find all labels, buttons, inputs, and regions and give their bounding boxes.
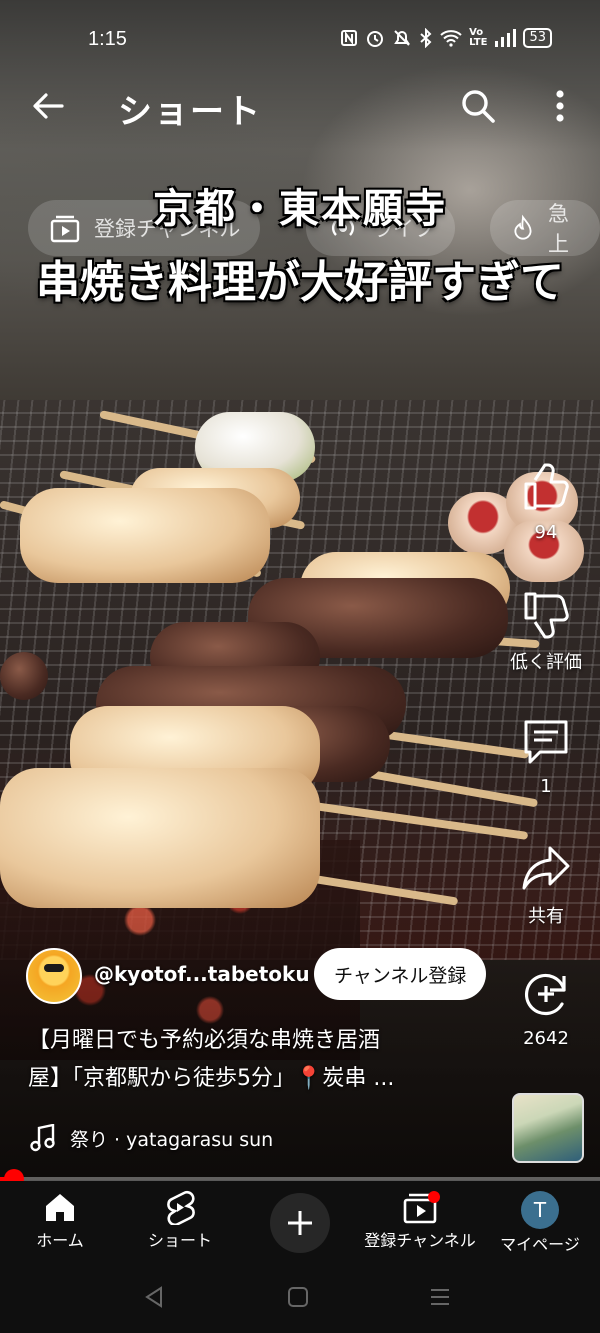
skewer-chicken bbox=[0, 768, 320, 908]
system-back-icon[interactable] bbox=[142, 1285, 166, 1309]
status-bar: 1:15 Vo LTE 53 bbox=[0, 22, 600, 58]
sound-thumbnail[interactable] bbox=[512, 1093, 584, 1163]
nav-mypage-label: マイページ bbox=[500, 1235, 580, 1254]
share-label: 共有 bbox=[528, 906, 564, 927]
remix-icon bbox=[524, 973, 566, 1016]
nav-subscriptions[interactable]: 登録チャンネル bbox=[360, 1189, 480, 1251]
shorts-icon bbox=[167, 1190, 195, 1225]
video-description[interactable]: 【月曜日でも予約必須な串焼き居酒 屋】「京都駅から徒歩5分」📍炭串 ... bbox=[28, 1022, 488, 1098]
plus-icon bbox=[288, 1211, 312, 1235]
remix-count: 2642 bbox=[523, 1028, 569, 1049]
comment-icon bbox=[524, 720, 568, 764]
like-button[interactable]: 94 bbox=[500, 462, 592, 543]
home-icon bbox=[46, 1194, 74, 1221]
video-caption-line1: 京都・東本願寺 bbox=[153, 186, 447, 232]
thumbs-down-icon bbox=[524, 592, 569, 639]
dislike-label: 低く評価 bbox=[510, 652, 582, 673]
comment-count: 1 bbox=[540, 776, 552, 797]
system-recents-icon[interactable] bbox=[428, 1285, 452, 1309]
music-note-icon bbox=[30, 1124, 55, 1152]
search-icon[interactable] bbox=[458, 86, 498, 126]
alarm-icon bbox=[367, 31, 384, 47]
create-button[interactable] bbox=[270, 1193, 330, 1253]
bluetooth-icon bbox=[420, 28, 432, 48]
new-content-badge bbox=[428, 1191, 440, 1203]
signal-icon bbox=[495, 29, 517, 47]
nav-shorts[interactable]: ショート bbox=[120, 1189, 240, 1251]
video-caption-line2: 串焼き料理が大好評すぎて bbox=[36, 257, 564, 308]
share-button[interactable]: 共有 bbox=[500, 842, 592, 928]
nav-mypage[interactable]: T マイページ bbox=[480, 1189, 600, 1255]
music-label: 祭り · yatagarasu sun bbox=[70, 1128, 274, 1151]
channel-handle[interactable]: @kyotof...tabetoku bbox=[94, 962, 310, 986]
clock: 1:15 bbox=[88, 28, 127, 50]
music-row[interactable]: 祭り · yatagarasu sun bbox=[30, 1124, 273, 1152]
nav-home-label: ホーム bbox=[36, 1231, 84, 1250]
volte-icon: Vo LTE bbox=[469, 27, 488, 48]
comments-button[interactable]: 1 bbox=[500, 716, 592, 797]
mute-icon bbox=[394, 30, 410, 46]
bottom-navigation: ホーム ショート 登録チャンネル T マイページ bbox=[0, 1181, 600, 1263]
system-navigation-bar bbox=[0, 1263, 600, 1333]
nfc-icon bbox=[341, 30, 358, 46]
account-avatar: T bbox=[521, 1191, 559, 1229]
share-arrow-icon bbox=[522, 846, 570, 890]
page-title: ショート bbox=[118, 92, 262, 132]
wifi-icon bbox=[440, 30, 462, 47]
description-line: 【月曜日でも予約必須な串焼き居酒 bbox=[28, 1028, 381, 1053]
back-arrow-icon[interactable] bbox=[28, 86, 68, 126]
channel-avatar[interactable] bbox=[26, 948, 82, 1004]
subscribe-button[interactable]: チャンネル登録 bbox=[314, 948, 487, 1000]
nav-subscriptions-label: 登録チャンネル bbox=[364, 1231, 476, 1250]
dislike-button[interactable]: 低く評価 bbox=[500, 588, 592, 674]
description-line: 屋】「京都駅から徒歩5分」📍炭串 ... bbox=[28, 1066, 395, 1091]
remix-button[interactable]: 2642 bbox=[500, 968, 592, 1049]
battery-indicator: 53 bbox=[523, 28, 552, 48]
more-vert-icon[interactable] bbox=[540, 86, 580, 126]
system-home-icon[interactable] bbox=[286, 1285, 310, 1309]
skewer-chicken bbox=[20, 488, 270, 583]
skewer-beef bbox=[0, 652, 48, 700]
like-count: 94 bbox=[534, 522, 558, 543]
nav-shorts-label: ショート bbox=[147, 1231, 212, 1250]
thumbs-up-icon bbox=[524, 463, 569, 510]
channel-row: @kyotof...tabetoku チャンネル登録 bbox=[26, 948, 496, 1004]
top-app-bar: ショート bbox=[0, 78, 600, 138]
nav-home[interactable]: ホーム bbox=[0, 1189, 120, 1251]
